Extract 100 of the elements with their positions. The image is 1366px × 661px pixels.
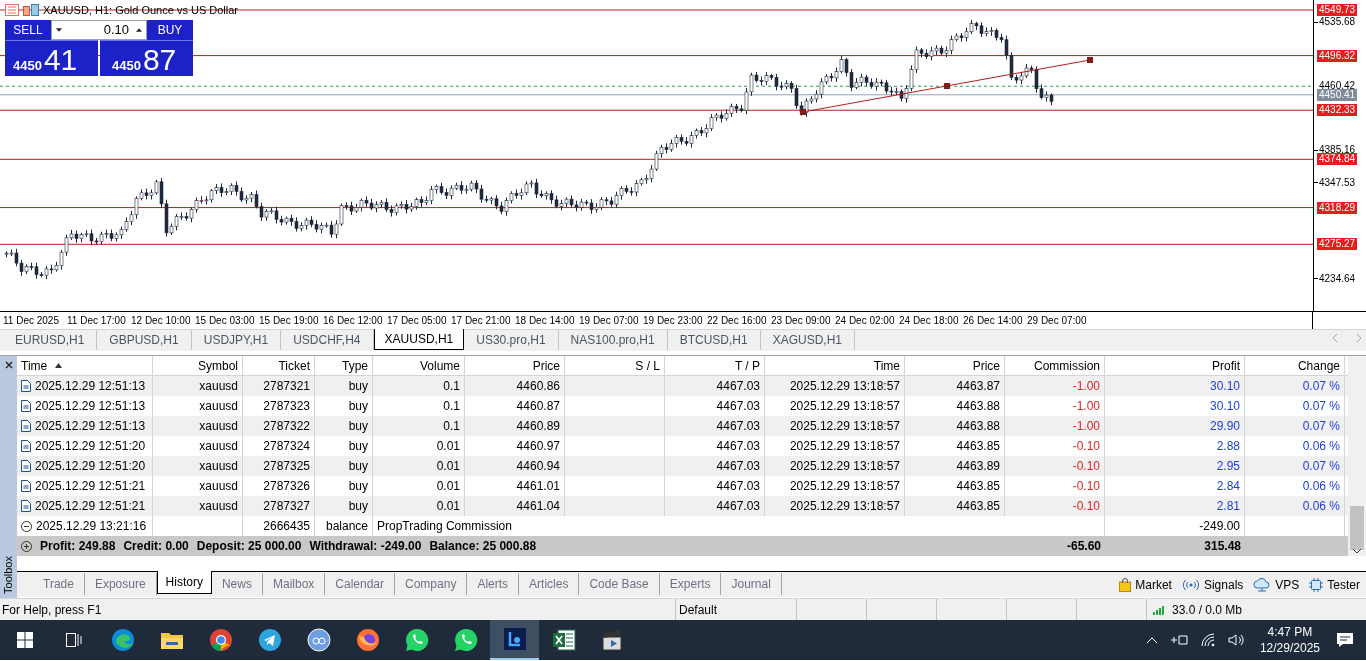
notification-icon[interactable] xyxy=(1336,632,1354,648)
table-cell-text: 0.01 xyxy=(436,478,460,495)
table-cell-text: 2787326 xyxy=(263,478,310,495)
column-header[interactable]: Profit xyxy=(1212,356,1240,375)
chart-tab[interactable]: USDJPY,H1 xyxy=(191,330,282,350)
toolbar-link[interactable]: Tester xyxy=(1309,575,1360,594)
document-icon xyxy=(21,500,31,512)
bottom-tab[interactable]: Code Base xyxy=(579,573,660,595)
sell-price-button[interactable]: 445041 xyxy=(5,40,98,76)
horizontal-line[interactable] xyxy=(0,207,1313,209)
clapperboard-icon xyxy=(600,629,625,651)
bottom-tab[interactable]: Alerts xyxy=(467,573,520,595)
column-header[interactable]: Change xyxy=(1297,356,1340,375)
toolbar-link[interactable]: Signals xyxy=(1181,575,1244,594)
sell-price-digits: 41 xyxy=(43,43,78,76)
table-cell-text: -0.10 xyxy=(1072,458,1100,475)
close-icon[interactable] xyxy=(4,361,13,369)
table-cell-text: xauusd xyxy=(199,458,238,475)
bottom-tab[interactable]: Company xyxy=(395,573,468,595)
table-cell-text: 4467.03 xyxy=(716,498,760,515)
chart-tab[interactable]: NAS100.pro,H1 xyxy=(558,330,668,350)
column-header[interactable]: Time xyxy=(21,356,63,375)
table-cell-text: 4463.85 xyxy=(956,498,1000,515)
bottom-tab[interactable]: Exposure xyxy=(84,573,157,595)
table-cell-text: 2025.12.29 12:51:13 xyxy=(35,418,146,435)
table-cell-text: 4463.88 xyxy=(956,398,1000,415)
chart-tab[interactable]: BTCUSD,H1 xyxy=(667,330,761,350)
chart-tab[interactable]: USDCHF,H4 xyxy=(281,330,374,350)
chart-tab[interactable]: EURUSD,H1 xyxy=(3,330,98,350)
table-cell-text: xauusd xyxy=(199,478,238,495)
bottom-tab[interactable]: Trade xyxy=(33,573,85,595)
keyboard-icon[interactable] xyxy=(1169,633,1188,647)
time-axis-label: 19 Dec 23:00 xyxy=(643,314,703,328)
time-axis-label: 24 Dec 18:00 xyxy=(899,314,959,328)
clock[interactable]: 4:47 PM 12/29/2025 xyxy=(1255,624,1324,656)
table-cell-text: 2.84 xyxy=(1216,478,1240,495)
menu-icon[interactable] xyxy=(5,4,19,17)
chevron-up-icon[interactable] xyxy=(1145,636,1158,644)
bottom-tab[interactable]: Articles xyxy=(519,573,580,595)
table-cell-text: 2.88 xyxy=(1216,438,1240,455)
collapse-icon[interactable] xyxy=(21,520,32,532)
horizontal-line[interactable] xyxy=(0,9,1313,11)
table-cell-text: xauusd xyxy=(199,398,238,415)
price-label: 4275.27 xyxy=(1317,238,1358,251)
traffic-text: 33.0 / 0.0 Mb xyxy=(1172,601,1243,619)
column-header[interactable]: Commission xyxy=(1034,356,1100,375)
chart-tab[interactable]: XAGUSD,H1 xyxy=(760,330,856,350)
bottom-tab[interactable]: Journal xyxy=(721,573,782,595)
buy-price-button[interactable]: 4450 87 xyxy=(100,40,193,76)
column-header[interactable]: Time xyxy=(873,356,900,375)
column-header[interactable]: T / P xyxy=(734,356,760,375)
toolbar-link[interactable]: VPS xyxy=(1253,575,1300,594)
table-cell-text: PropTrading Commission xyxy=(377,518,512,535)
column-header[interactable]: Price xyxy=(532,356,560,375)
clock-time: 4:47 PM xyxy=(1267,624,1313,640)
table-cell-text: -0.10 xyxy=(1072,478,1100,495)
decrease-arrow-icon[interactable] xyxy=(56,28,62,32)
sell-button[interactable]: SELL xyxy=(5,20,51,40)
table-cell-text: 0.01 xyxy=(436,498,460,515)
column-header[interactable]: Symbol xyxy=(198,356,238,375)
chart-tab[interactable]: XAUUSD,H1 xyxy=(373,329,465,350)
table-cell-text: 4460.87 xyxy=(516,398,560,415)
column-header[interactable]: S / L xyxy=(635,356,660,375)
bottom-tab[interactable]: History xyxy=(156,571,212,594)
chart-tab[interactable]: GBPUSD,H1 xyxy=(97,330,192,350)
time-axis-label: 17 Dec 05:00 xyxy=(387,314,447,328)
expand-icon[interactable] xyxy=(21,540,32,552)
buy-button[interactable]: BUY xyxy=(147,20,193,40)
bottom-tab[interactable]: Mailbox xyxy=(262,573,326,595)
toolbar-link[interactable]: Market xyxy=(1119,575,1172,594)
scroll-down-icon[interactable] xyxy=(1352,548,1362,554)
table-cell-text: 2025.12.29 13:18:57 xyxy=(789,378,900,395)
column-header[interactable]: Ticket xyxy=(278,356,310,375)
table-cell-text: 2025.12.29 13:18:57 xyxy=(789,418,900,435)
column-header[interactable]: Price xyxy=(972,356,1000,375)
trendline[interactable] xyxy=(800,57,1093,115)
volume-icon[interactable] xyxy=(1227,633,1244,647)
bottom-tab[interactable]: News xyxy=(211,573,263,595)
table-cell-text: 4460.94 xyxy=(516,458,560,475)
summary-value: Deposit: 25 000.00 xyxy=(196,538,302,555)
scrollbar-thumb[interactable] xyxy=(1350,506,1364,550)
bottom-tab[interactable]: Experts xyxy=(659,573,722,595)
table-cell-text: -1.00 xyxy=(1072,398,1100,415)
chart-window-icon[interactable] xyxy=(23,4,39,17)
table-cell-text: 4463.85 xyxy=(956,438,1000,455)
scrollbar[interactable] xyxy=(1348,356,1366,556)
table-cell-text: -1.00 xyxy=(1072,418,1100,435)
wifi-icon[interactable] xyxy=(1199,633,1216,647)
time-axis-label: 24 Dec 02:00 xyxy=(835,314,895,328)
table-cell-text: 2025.12.29 12:51:21 xyxy=(35,498,146,515)
increase-arrow-icon[interactable] xyxy=(136,28,142,32)
taskbar-button[interactable] xyxy=(490,620,539,660)
chart-tab[interactable]: US30.pro,H1 xyxy=(464,330,559,350)
column-header[interactable]: Volume xyxy=(419,356,460,375)
bottom-tab[interactable]: Calendar xyxy=(325,573,396,595)
column-header[interactable]: Type xyxy=(342,356,368,375)
time-axis-label: 17 Dec 21:00 xyxy=(451,314,511,328)
time-axis-label: 11 Dec 2025 xyxy=(3,314,59,328)
volume-field[interactable]: 0.10 xyxy=(66,21,132,39)
volume-spinner[interactable]: 0.10 xyxy=(51,20,147,40)
